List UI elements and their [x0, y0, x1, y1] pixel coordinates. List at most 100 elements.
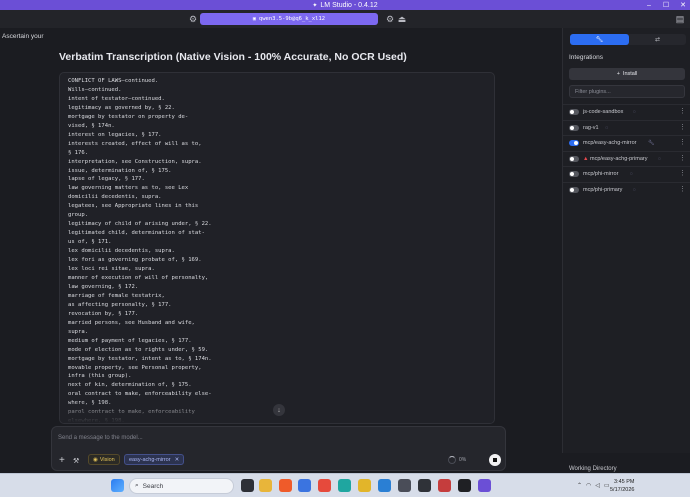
transcription-line: CONFLICT OF LAWS—continued. — [68, 78, 159, 84]
transcription-line: marriage of female testatrix, — [68, 292, 165, 299]
working-directory-label[interactable]: Working Directory — [569, 466, 617, 472]
plugin-menu-icon[interactable]: ⋮ — [679, 123, 686, 131]
install-button[interactable]: + Install — [569, 68, 685, 80]
plugin-menu-icon[interactable]: ⋮ — [679, 154, 686, 162]
app-grid-icon[interactable] — [398, 479, 411, 492]
transcription-line: infra (this group). — [68, 373, 132, 380]
plugin-name: mcp/phi-mirror — [583, 171, 619, 177]
vision-chip[interactable]: ◉ Vision — [88, 454, 120, 465]
transcription-line: legitimacy of child of arising under, § … — [68, 221, 212, 228]
transcription-line: mortgage by testator on property de- — [68, 113, 189, 120]
maximize-button[interactable]: ☐ — [659, 0, 673, 10]
plugin-toggle[interactable] — [569, 171, 579, 177]
app-pinwheel-icon[interactable] — [318, 479, 331, 492]
model-selector[interactable]: ▣ qwen3.5-9b@q6_k_xl12 — [200, 13, 378, 25]
code-block: CONFLICT OF LAWS—continued. Wills—continu… — [59, 72, 495, 424]
message-heading: Verbatim Transcription (Native Vision - … — [59, 51, 407, 63]
terminal-icon[interactable] — [418, 479, 431, 492]
transcription-line: us of, § 171. — [68, 239, 112, 246]
transcription-line: domicilii decedentis, supra. — [68, 194, 162, 201]
edge-browser-icon[interactable] — [338, 479, 351, 492]
model-config-icon[interactable]: ⚙ — [384, 13, 396, 25]
transcription-line: interests created, effect of will as to, — [68, 140, 202, 147]
lm-studio-taskbar-icon[interactable] — [478, 479, 491, 492]
message-composer[interactable]: Send a message to the model... + ⚒ ◉ Vis… — [51, 426, 506, 471]
stop-icon — [493, 458, 497, 462]
tools-icon[interactable]: ⚒ — [73, 457, 79, 465]
chevron-up-icon[interactable]: ⌃ — [577, 482, 582, 489]
message-input[interactable]: Send a message to the model... — [58, 435, 143, 441]
taskbar-search[interactable]: ⌕ Search — [129, 478, 234, 494]
plugin-row[interactable]: mcp/phi-primary ◌ ⋮ — [563, 181, 690, 197]
plugin-menu-icon[interactable]: ⋮ — [679, 185, 686, 193]
eject-icon[interactable]: ⏏ — [396, 13, 408, 25]
volume-icon[interactable]: ◁ — [595, 482, 600, 489]
battery-icon[interactable]: ▭ — [604, 482, 610, 489]
plugin-menu-icon[interactable]: ⋮ — [679, 169, 686, 177]
brave-browser-icon[interactable] — [279, 479, 292, 492]
plugin-toggle[interactable] — [569, 140, 579, 146]
plugin-menu-icon[interactable]: ⋮ — [679, 138, 686, 146]
transcription-line: Wills—continued. — [68, 86, 122, 93]
transcription-line: mortgage by testator, intent as to, § 17… — [68, 355, 212, 362]
add-attachment-icon[interactable]: + — [59, 455, 65, 466]
plugin-chip[interactable]: easy-achg-mirror ✕ — [124, 454, 185, 465]
plugin-row[interactable]: rag-v1 ◌ ⋮ — [563, 119, 690, 135]
plugin-toggle[interactable] — [569, 155, 579, 162]
stop-button[interactable] — [489, 454, 501, 466]
warning-icon: ▲ — [583, 155, 589, 162]
transcription-line: legatees, see Appropriate lines in this — [68, 203, 199, 210]
remove-chip-icon[interactable]: ✕ — [175, 457, 180, 463]
app-red-icon[interactable] — [438, 479, 451, 492]
settings-icon[interactable]: ⚙ — [187, 13, 199, 25]
plugin-toggle[interactable] — [569, 109, 579, 115]
toggle-knob — [570, 110, 574, 114]
vscode-icon[interactable] — [378, 479, 391, 492]
plugin-name: js-code-sandbox — [583, 109, 624, 115]
plugin-name: mcp/easy-achg-primary — [590, 155, 648, 162]
tab-integrations[interactable]: 🔧︎ — [570, 34, 629, 45]
wrench-icon[interactable]: 🔧︎ — [648, 140, 654, 146]
terminal-dark-icon[interactable] — [458, 479, 471, 492]
plugin-toggle[interactable] — [569, 186, 579, 193]
sliders-icon: ⇄ — [654, 37, 661, 43]
panel-tabs: 🔧︎ ⇄ — [570, 34, 686, 45]
tab-settings[interactable]: ⇄ — [629, 34, 686, 45]
transcription-line: group. — [68, 212, 89, 219]
clock[interactable]: 3:45 PM 5/17/2026 — [610, 478, 634, 494]
scroll-down-button[interactable]: ↓ — [273, 404, 285, 416]
plugin-row[interactable]: js-code-sandbox ◌ ⋮ — [563, 104, 690, 119]
plugin-row[interactable]: mcp/easy-achg-mirror 🔧︎ ⋮ — [563, 135, 690, 150]
info-icon[interactable]: ◌ — [658, 156, 661, 162]
chat-icon[interactable]: ▤ — [674, 13, 686, 25]
info-icon[interactable]: ◌ — [633, 187, 636, 193]
info-icon[interactable]: ◌ — [605, 125, 608, 131]
chrome-browser-icon[interactable] — [358, 479, 371, 492]
plugin-toggle[interactable] — [569, 124, 579, 131]
plugin-row[interactable]: ▲ mcp/easy-achg-primary ◌ ⋮ — [563, 150, 690, 166]
toggle-knob — [574, 141, 578, 145]
clock-time: 3:45 PM — [613, 479, 635, 485]
plugin-name: mcp/easy-achg-mirror — [583, 140, 637, 146]
transcription-line: § 176. — [68, 149, 89, 156]
info-icon[interactable]: ◌ — [633, 109, 636, 115]
system-tray[interactable]: ⌃ ◠ ◁ ▭ — [577, 482, 610, 489]
plugin-menu-icon[interactable]: ⋮ — [679, 107, 686, 115]
transcription-line: mode of election as to rights under, § 5… — [68, 346, 209, 353]
filter-plugins-input[interactable]: Filter plugins... — [569, 85, 685, 98]
wifi-icon[interactable]: ◠ — [586, 482, 591, 489]
vpn-icon[interactable] — [298, 479, 311, 492]
window-title: LM Studio - 0.4.12 — [320, 1, 378, 9]
plugin-name: mcp/phi-primary — [583, 186, 623, 193]
info-icon[interactable]: ◌ — [630, 171, 633, 177]
transcription-line: vised, § 174n. — [68, 122, 115, 129]
plugin-name: rag-v1 — [583, 124, 599, 131]
transcription-line: law governing matters as to, see Lex — [68, 185, 189, 192]
plugin-row[interactable]: mcp/phi-mirror ◌ ⋮ — [563, 166, 690, 181]
minimize-button[interactable]: – — [642, 0, 656, 10]
task-view-icon[interactable] — [241, 479, 254, 492]
file-explorer-icon[interactable] — [259, 479, 272, 492]
chat-list-panel — [0, 28, 44, 453]
close-button[interactable]: ✕ — [676, 0, 690, 10]
windows-start-icon[interactable] — [111, 479, 124, 492]
